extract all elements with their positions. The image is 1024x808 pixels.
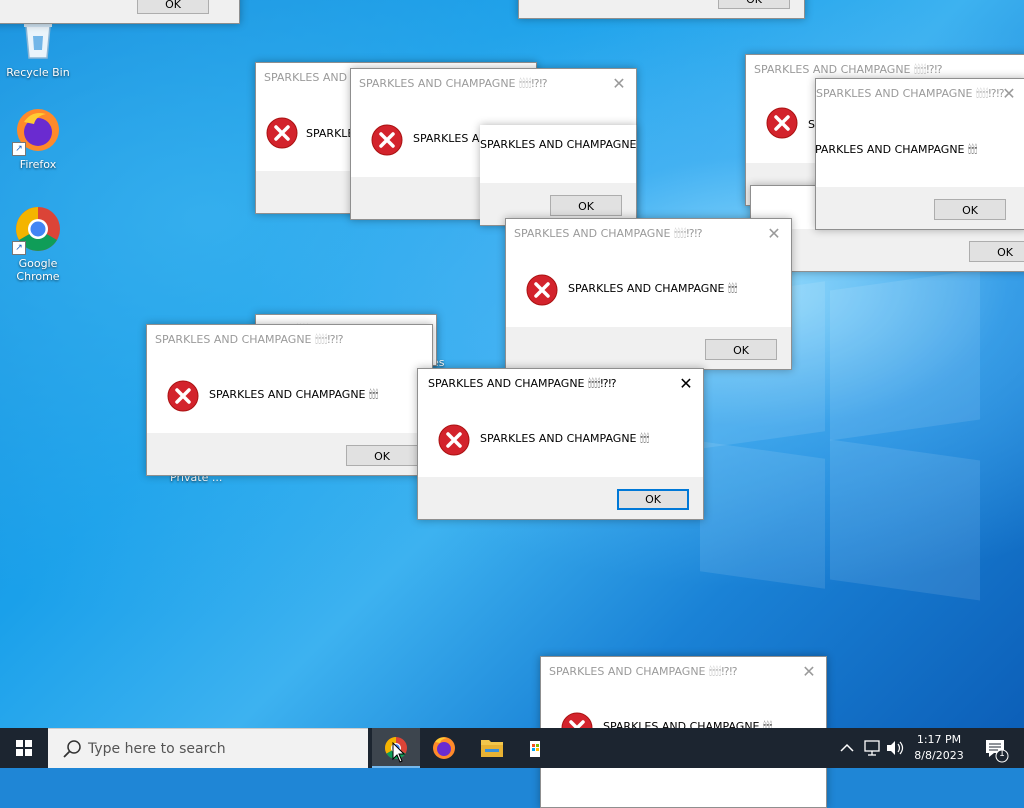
chevron-up-icon xyxy=(840,743,854,752)
desktop-icon-firefox[interactable]: ↗ Firefox xyxy=(0,106,76,171)
mouse-cursor-icon xyxy=(392,742,406,763)
taskbar-store-button[interactable] xyxy=(516,728,540,768)
dialog-titlebar[interactable]: SPARKLES AND CHAMPAGNE 🕯🕯🕯🕯⁉⁉ xyxy=(147,325,432,355)
firefox-icon xyxy=(433,737,455,759)
close-icon[interactable]: ✕ xyxy=(792,657,826,687)
error-dialog[interactable]: SPARKLES AND CHAMPAGNE 🕯🕯🕯🕯⁉⁉ ✕ SPARKLES… xyxy=(505,218,792,370)
error-dialog-active[interactable]: SPARKLES AND CHAMPAGNE 🕯🕯🕯🕯⁉⁉ ✕ SPARKLES… xyxy=(417,368,704,520)
clock-time: 1:17 PM xyxy=(916,733,962,746)
taskbar-search-box[interactable]: Type here to search xyxy=(48,728,368,768)
ok-button[interactable]: OK xyxy=(705,339,777,360)
wallpaper-window-shape xyxy=(830,439,980,601)
error-dialog[interactable]: SPARKLES AND CHAMPAGNE 🕯🕯🕯🕯⁉⁉ SPARKLES A… xyxy=(146,324,433,476)
volume-tray-button[interactable] xyxy=(884,728,906,768)
error-dialog[interactable]: SPARKLES AND CHAMPAGNE 🕯🕯🕯🕯⁉⁉ ✕ SPARKLES… xyxy=(815,78,1024,230)
start-button[interactable] xyxy=(0,728,48,768)
taskbar-clock[interactable]: 1:17 PM 8/8/2023 xyxy=(908,732,970,764)
error-icon xyxy=(167,380,199,412)
search-icon xyxy=(63,740,81,758)
desktop-icon-label: Google Chrome xyxy=(16,257,60,283)
close-icon[interactable]: ✕ xyxy=(602,69,636,99)
desktop-icon-label: Firefox xyxy=(19,158,57,171)
shortcut-arrow-icon: ↗ xyxy=(12,241,26,255)
wallpaper-window-shape xyxy=(700,441,825,589)
dialog-title: SPARKLES AND CHAMPAGNE 🕯🕯🕯🕯⁉⁉ xyxy=(816,87,1005,100)
dialog-title: SPARKLES AND CHAMPAGNE 🕯🕯🕯🕯⁉⁉ xyxy=(359,77,548,90)
notification-count-badge: 1 xyxy=(999,749,1005,759)
error-dialog[interactable]: SPARKLES AND CHAMPAGNE 🕯🕯🕯 OK xyxy=(480,125,637,226)
network-icon xyxy=(864,740,880,756)
error-icon xyxy=(438,424,470,456)
desktop-icon-label: Recycle Bin xyxy=(6,66,70,79)
close-icon[interactable]: ✕ xyxy=(757,219,791,249)
ok-button[interactable]: OK xyxy=(969,241,1024,262)
dialog-message: SPARKLES AND CHAMPAGNE 🕯🕯🕯 xyxy=(815,143,978,156)
wallpaper-window-shape xyxy=(830,269,980,441)
dialog-titlebar[interactable]: SPARKLES AND CHAMPAGNE 🕯🕯🕯🕯⁉⁉ ✕ xyxy=(506,219,791,249)
dialog-message: SPARKLES AND CHAMPAGNE 🕯🕯🕯 xyxy=(209,388,379,401)
dialog-titlebar[interactable]: SPARKLES AND CHAMPAGNE 🕯🕯🕯🕯⁉⁉ ✕ xyxy=(816,79,1024,109)
dialog-titlebar[interactable]: SPARKLES AND CHAMPAGNE 🕯🕯🕯🕯⁉⁉ ✕ xyxy=(418,369,703,399)
taskbar-file-explorer-button[interactable] xyxy=(468,728,516,768)
search-placeholder: Type here to search xyxy=(88,741,226,757)
windows-logo-icon xyxy=(16,740,32,756)
show-hidden-icons-button[interactable] xyxy=(836,728,858,768)
store-icon xyxy=(530,741,540,757)
network-tray-button[interactable] xyxy=(860,728,884,768)
error-icon xyxy=(371,124,403,156)
dialog-message: SPARKLES AND CHAMPAGNE 🕯🕯🕯 xyxy=(568,282,738,295)
volume-icon xyxy=(887,741,904,755)
ok-button[interactable]: OK xyxy=(934,199,1006,220)
taskbar: Type here to search 1:17 PM 8/8/2023 1 xyxy=(0,728,1024,768)
dialog-title: SPARKLES AND CHAMPAGNE 🕯🕯🕯🕯⁉⁉ xyxy=(754,63,943,76)
dialog-title: SPARKLES AND CHAMPAGNE 🕯🕯🕯🕯⁉⁉ xyxy=(549,665,738,678)
ok-button[interactable]: OK xyxy=(137,0,209,14)
close-icon[interactable]: ✕ xyxy=(992,79,1024,109)
error-icon xyxy=(766,107,798,139)
taskbar-firefox-button[interactable] xyxy=(420,728,468,768)
dialog-message: SPARKLES AND CHAMPAGNE 🕯🕯🕯 xyxy=(480,138,637,151)
ok-button[interactable]: OK xyxy=(718,0,790,9)
error-dialog[interactable]: OK xyxy=(518,0,805,19)
dialog-titlebar[interactable]: SPARKLES AND CHAMPAGNE 🕯🕯🕯🕯⁉⁉ ✕ xyxy=(351,69,636,99)
dialog-message: SPARKLES AND CHAMPAGNE 🕯🕯🕯 xyxy=(480,432,650,445)
error-icon xyxy=(266,117,298,149)
dialog-title: SPARKLES AND CHAMPAGNE 🕯🕯🕯🕯⁉⁉ xyxy=(514,227,703,240)
firefox-icon: ↗ xyxy=(12,106,62,156)
folder-icon xyxy=(481,740,503,757)
error-dialog[interactable]: OK xyxy=(0,0,240,24)
ok-button[interactable]: OK xyxy=(346,445,418,466)
dialog-title: SPARKLES AND CHAMPAGNE 🕯🕯🕯🕯⁉⁉ xyxy=(155,333,344,346)
shortcut-arrow-icon: ↗ xyxy=(12,142,26,156)
clock-date: 8/8/2023 xyxy=(914,749,964,762)
ok-button[interactable]: OK xyxy=(550,195,622,216)
ok-button[interactable]: OK xyxy=(617,489,689,510)
notification-icon xyxy=(986,740,1009,763)
chrome-icon: ↗ xyxy=(12,205,62,255)
dialog-title: SPARKLES AND CHAMPAGNE 🕯🕯🕯🕯⁉⁉ xyxy=(428,377,617,390)
close-icon[interactable]: ✕ xyxy=(669,369,703,399)
action-center-button[interactable]: 1 xyxy=(976,728,1016,768)
desktop-icon-google-chrome[interactable]: ↗ Google Chrome xyxy=(0,205,76,283)
dialog-titlebar[interactable]: SPARKLES AND CHAMPAGNE 🕯🕯🕯🕯⁉⁉ ✕ xyxy=(541,657,826,687)
error-icon xyxy=(526,274,558,306)
